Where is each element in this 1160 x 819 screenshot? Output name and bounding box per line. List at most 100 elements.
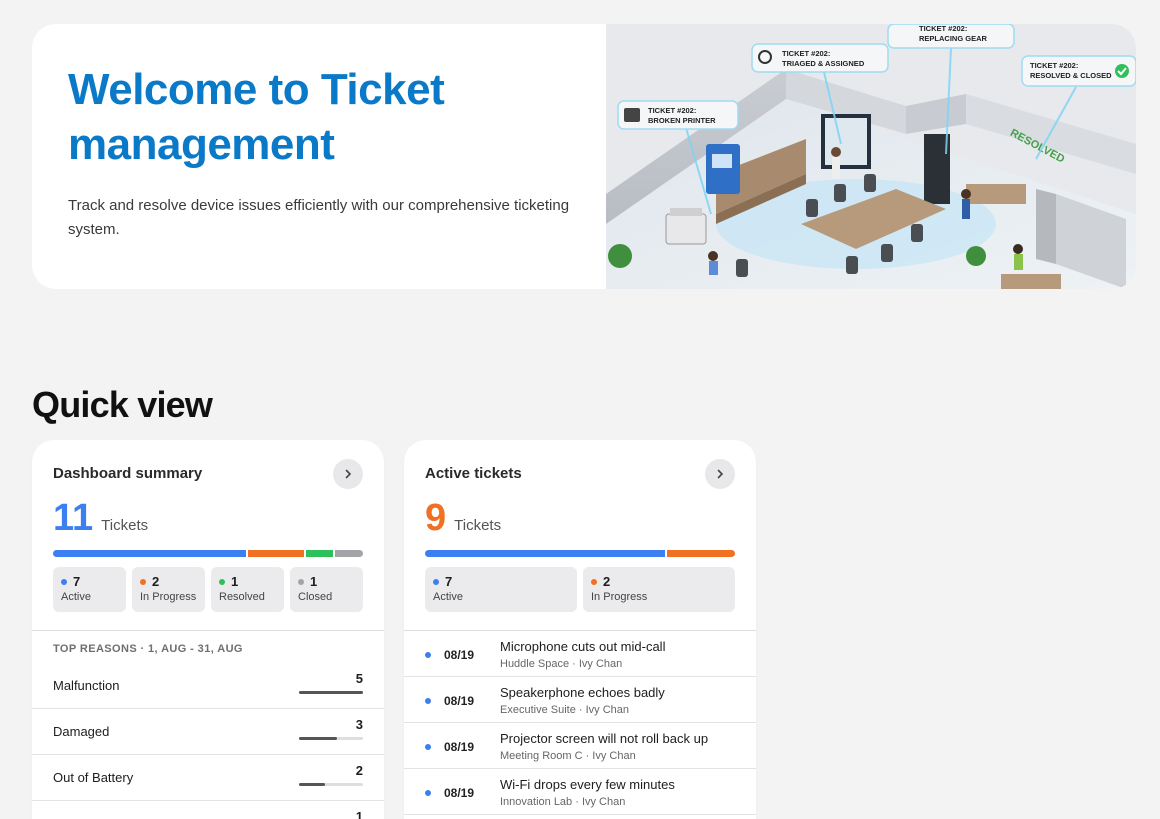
svg-text:TRIAGED & ASSIGNED: TRIAGED & ASSIGNED xyxy=(782,59,865,68)
active-tickets-card: Active tickets 9 Tickets 7 Active 2 In P… xyxy=(404,440,756,819)
ticket-row[interactable]: 08/19 Wi-Fi drops every few minutes Inno… xyxy=(404,769,756,815)
reason-bar xyxy=(299,691,363,694)
callout-triaged: TICKET #202: TRIAGED & ASSIGNED xyxy=(751,43,889,73)
callout-broken-printer: TICKET #202: BROKEN PRINTER xyxy=(617,100,739,130)
bar-segment xyxy=(53,550,247,557)
reason-label: Damaged xyxy=(53,724,110,739)
svg-text:TICKET #202:: TICKET #202: xyxy=(782,49,830,58)
status-dot xyxy=(425,652,431,658)
reason-row[interactable]: Damaged 3 xyxy=(32,709,384,755)
open-summary-button[interactable] xyxy=(333,459,363,489)
stat-active[interactable]: 7 Active xyxy=(53,567,126,612)
stat-label: In Progress xyxy=(140,591,197,603)
status-stats: 7 Active 2 In Progress xyxy=(425,567,735,612)
reason-row[interactable]: 1 xyxy=(32,801,384,819)
status-dot xyxy=(425,744,431,750)
ticket-row[interactable]: 08/19 Microphone cuts out mid-call Huddl… xyxy=(404,631,756,677)
stat-label: Resolved xyxy=(219,591,265,603)
ticket-row[interactable]: 08/19 Projector screen will not roll bac… xyxy=(404,723,756,769)
stat-value: 7 xyxy=(445,574,453,589)
ticket-title: Projector screen will not roll back up xyxy=(500,731,709,746)
stat-value: 7 xyxy=(73,574,81,589)
bar-segment xyxy=(425,550,665,557)
stat-value: 2 xyxy=(603,574,611,589)
status-stats: 7 Active 2 In Progress 1 Resolved 1 Clos… xyxy=(53,567,363,612)
dashboard-summary-card: Dashboard summary 11 Tickets 7 Active 2 … xyxy=(32,440,384,819)
stat-label: Active xyxy=(433,591,463,603)
open-active-tickets-button[interactable] xyxy=(705,459,735,489)
stat-resolved[interactable]: 1 Resolved xyxy=(211,567,284,612)
svg-text:TICKET #202:: TICKET #202: xyxy=(919,24,967,33)
callout-resolved: TICKET #202: RESOLVED & CLOSED xyxy=(1021,55,1136,87)
ticket-meta: Innovation Lab · Ivy Chan xyxy=(500,796,626,808)
svg-text:REPLACING GEAR: REPLACING GEAR xyxy=(919,34,988,43)
active-total: 9 Tickets xyxy=(425,496,501,540)
reason-count: 2 xyxy=(355,763,363,778)
ticket-date: 08/19 xyxy=(444,648,475,662)
reason-row[interactable]: Out of Battery 2 xyxy=(32,755,384,801)
stat-label: In Progress xyxy=(591,591,648,603)
ticket-date: 08/19 xyxy=(444,740,475,754)
card-title: Dashboard summary xyxy=(53,465,203,482)
hero-title: Welcome to Ticket management xyxy=(68,65,445,169)
bar-segment xyxy=(335,550,363,557)
status-stack-bar xyxy=(425,550,735,557)
stat-in-progress[interactable]: 2 In Progress xyxy=(583,567,735,612)
ticket-date: 08/19 xyxy=(444,786,475,800)
ticket-title: Speakerphone echoes badly xyxy=(500,685,665,700)
stat-value: 1 xyxy=(310,574,318,589)
status-dot xyxy=(140,578,146,585)
chevron-right-icon xyxy=(717,469,724,479)
ticket-meta: Huddle Space · Ivy Chan xyxy=(500,658,623,670)
top-reasons-heading: TOP REASONS · 1, AUG - 31, AUG xyxy=(53,643,243,655)
card-title: Active tickets xyxy=(425,465,522,482)
hero-banner: Welcome to Ticket management Track and r… xyxy=(32,24,1136,289)
reason-row[interactable]: Malfunction 5 xyxy=(32,663,384,709)
hero-subtitle: Track and resolve device issues efficien… xyxy=(68,197,570,238)
divider xyxy=(32,630,384,631)
stat-value: 2 xyxy=(152,574,160,589)
reason-count: 3 xyxy=(355,717,363,732)
total-label: Tickets xyxy=(101,517,149,534)
ticket-date: 08/19 xyxy=(444,694,475,708)
status-dot xyxy=(219,578,225,585)
total-tickets: 11 Tickets xyxy=(53,496,148,540)
ticket-title: Wi-Fi drops every few minutes xyxy=(500,777,675,792)
stat-value: 1 xyxy=(231,574,239,589)
svg-text:RESOLVED & CLOSED: RESOLVED & CLOSED xyxy=(1030,71,1112,80)
reason-count: 5 xyxy=(355,671,363,686)
reason-label: Malfunction xyxy=(53,678,120,693)
bar-segment xyxy=(666,550,735,557)
status-dot xyxy=(425,790,431,796)
reason-bar xyxy=(299,783,363,786)
quick-view-title: Quick view xyxy=(32,384,213,425)
stat-closed[interactable]: 1 Closed xyxy=(290,567,363,612)
bar-segment xyxy=(248,550,304,557)
ticket-title: Microphone cuts out mid-call xyxy=(500,639,666,654)
hero-text: Welcome to Ticket management Track and r… xyxy=(68,62,588,242)
status-dot xyxy=(433,578,439,585)
chevron-right-icon xyxy=(345,469,352,479)
reason-count: 1 xyxy=(355,809,363,819)
svg-text:BROKEN PRINTER: BROKEN PRINTER xyxy=(648,116,716,125)
status-dot xyxy=(425,698,431,704)
reason-label: Out of Battery xyxy=(53,770,134,785)
stat-label: Closed xyxy=(298,591,333,603)
active-count: 9 xyxy=(425,497,447,539)
status-dot xyxy=(298,578,304,585)
ticket-meta: Meeting Room C · Ivy Chan xyxy=(500,750,636,762)
status-dot xyxy=(591,578,597,585)
stat-in-progress[interactable]: 2 In Progress xyxy=(132,567,205,612)
svg-text:TICKET #202:: TICKET #202: xyxy=(1030,61,1078,70)
stat-active[interactable]: 7 Active xyxy=(425,567,577,612)
stat-label: Active xyxy=(61,591,91,603)
card-header: Dashboard summary xyxy=(53,459,363,489)
ticket-meta: Executive Suite · Ivy Chan xyxy=(500,704,630,716)
reason-bar xyxy=(299,737,363,740)
ticket-row[interactable]: 08/19 Speakerphone echoes badly Executiv… xyxy=(404,677,756,723)
office-illustration: RESOLVED TICKET #202: BROKEN PRINTER TIC… xyxy=(606,24,1136,289)
status-dot xyxy=(61,578,67,585)
svg-text:TICKET #202:: TICKET #202: xyxy=(648,106,696,115)
total-count: 11 xyxy=(53,497,94,539)
card-header: Active tickets xyxy=(425,459,735,489)
